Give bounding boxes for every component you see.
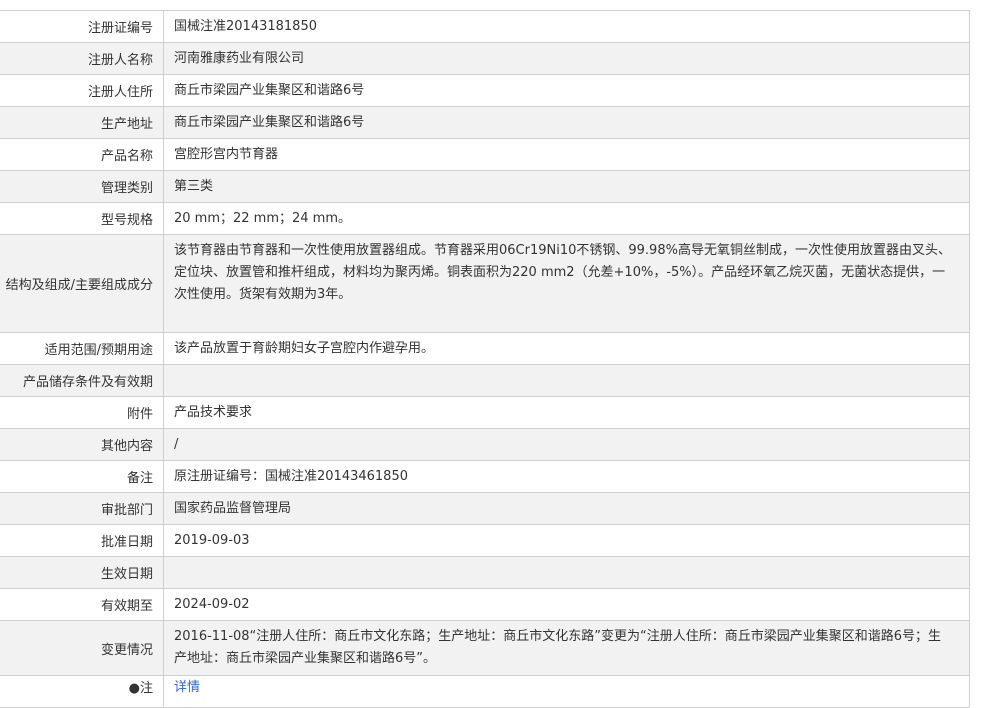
field-value: 第三类	[164, 171, 970, 202]
field-value: 宫腔形宫内节育器	[164, 139, 970, 170]
field-value: 产品技术要求	[164, 397, 970, 428]
field-label: ●注	[0, 676, 164, 707]
field-label: 注册人名称	[0, 43, 164, 74]
field-label: 其他内容	[0, 429, 164, 460]
field-value: /	[164, 429, 970, 460]
field-label: 型号规格	[0, 203, 164, 234]
field-value	[164, 365, 970, 396]
field-label: 适用范围/预期用途	[0, 333, 164, 364]
field-value: 2016-11-08“注册人住所：商丘市文化东路；生产地址：商丘市文化东路”变更…	[164, 621, 970, 675]
field-value: 该节育器由节育器和一次性使用放置器组成。节育器采用06Cr19Ni10不锈钢、9…	[164, 235, 970, 332]
field-value: 该产品放置于育龄期妇女子宫腔内作避孕用。	[164, 333, 970, 364]
field-label: 产品储存条件及有效期	[0, 365, 164, 396]
field-label: 有效期至	[0, 589, 164, 620]
field-label: 附件	[0, 397, 164, 428]
row-registrant-address: 注册人住所 商丘市梁园产业集聚区和谐路6号	[0, 75, 970, 107]
row-intended-use: 适用范围/预期用途 该产品放置于育龄期妇女子宫腔内作避孕用。	[0, 333, 970, 365]
row-other-content: 其他内容 /	[0, 429, 970, 461]
field-label: 结构及组成/主要组成成分	[0, 235, 164, 332]
row-management-category: 管理类别 第三类	[0, 171, 970, 203]
field-label: 产品名称	[0, 139, 164, 170]
field-label: 管理类别	[0, 171, 164, 202]
row-attachment: 附件 产品技术要求	[0, 397, 970, 429]
field-value: 国械注准20143181850	[164, 11, 970, 42]
details-link[interactable]: 详情	[174, 677, 200, 699]
row-storage-conditions: 产品储存条件及有效期	[0, 365, 970, 397]
row-product-name: 产品名称 宫腔形宫内节育器	[0, 139, 970, 171]
row-remarks: 备注 原注册证编号：国械注准20143461850	[0, 461, 970, 493]
field-label: 批准日期	[0, 525, 164, 556]
row-approval-department: 审批部门 国家药品监督管理局	[0, 493, 970, 525]
field-value: 商丘市梁园产业集聚区和谐路6号	[164, 75, 970, 106]
field-value: 原注册证编号：国械注准20143461850	[164, 461, 970, 492]
field-value: 详情	[164, 676, 970, 707]
field-label: 备注	[0, 461, 164, 492]
row-change-history: 变更情况 2016-11-08“注册人住所：商丘市文化东路；生产地址：商丘市文化…	[0, 621, 970, 676]
row-structure-composition: 结构及组成/主要组成成分 该节育器由节育器和一次性使用放置器组成。节育器采用06…	[0, 235, 970, 333]
field-label: 变更情况	[0, 621, 164, 675]
row-registrant-name: 注册人名称 河南雅康药业有限公司	[0, 43, 970, 75]
field-value: 商丘市梁园产业集聚区和谐路6号	[164, 107, 970, 138]
registration-detail-table: 注册证编号 国械注准20143181850 注册人名称 河南雅康药业有限公司 注…	[0, 10, 970, 708]
field-label: 生效日期	[0, 557, 164, 588]
row-approval-date: 批准日期 2019-09-03	[0, 525, 970, 557]
field-label: 注册人住所	[0, 75, 164, 106]
field-value: 20 mm；22 mm；24 mm。	[164, 203, 970, 234]
field-label: 注册证编号	[0, 11, 164, 42]
row-note: ●注 详情	[0, 676, 970, 708]
row-registration-number: 注册证编号 国械注准20143181850	[0, 11, 970, 43]
field-label: 生产地址	[0, 107, 164, 138]
field-value	[164, 557, 970, 588]
field-value: 2019-09-03	[164, 525, 970, 556]
field-label: 审批部门	[0, 493, 164, 524]
page-scrollbar[interactable]	[981, 0, 993, 694]
row-effective-date: 生效日期	[0, 557, 970, 589]
row-production-address: 生产地址 商丘市梁园产业集聚区和谐路6号	[0, 107, 970, 139]
field-value: 国家药品监督管理局	[164, 493, 970, 524]
row-model-spec: 型号规格 20 mm；22 mm；24 mm。	[0, 203, 970, 235]
row-valid-until: 有效期至 2024-09-02	[0, 589, 970, 621]
field-value: 2024-09-02	[164, 589, 970, 620]
field-value: 河南雅康药业有限公司	[164, 43, 970, 74]
